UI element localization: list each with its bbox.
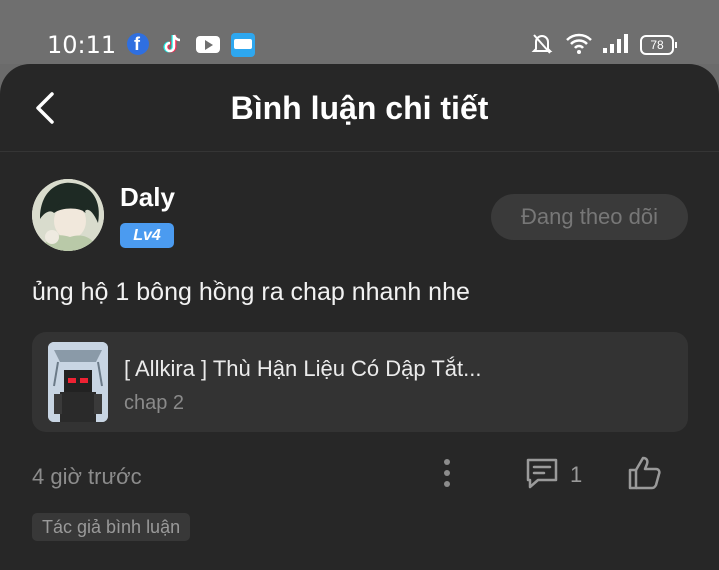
battery-icon: 78 <box>640 35 677 55</box>
work-cover <box>48 342 108 422</box>
webtoon-icon <box>231 33 255 57</box>
like-button[interactable] <box>626 455 662 491</box>
status-bar: 10:11 78 <box>0 0 719 64</box>
status-time: 10:11 <box>47 31 117 59</box>
avatar[interactable] <box>32 179 104 251</box>
reply-count: 1 <box>570 462 583 487</box>
bell-off-icon <box>531 34 553 54</box>
reply-button[interactable]: 1 <box>524 456 594 490</box>
youtube-icon <box>196 36 220 53</box>
facebook-icon <box>127 33 149 55</box>
avatar-image <box>32 179 104 251</box>
page-title: Bình luận chi tiết <box>230 90 489 126</box>
work-card[interactable]: [ Allkira ] Thù Hận Liệu Có Dập Tắt... c… <box>32 332 688 432</box>
tiktok-icon <box>163 34 181 53</box>
level-badge: Lv4 <box>120 223 174 248</box>
work-chapter: chap 2 <box>124 392 185 414</box>
signal-icon <box>603 34 628 53</box>
comment-detail-sheet: Bình luận chi tiết Daly Lv4 Đang theo dõ… <box>0 64 719 570</box>
wifi-icon <box>566 33 592 54</box>
more-options-button[interactable] <box>437 456 457 490</box>
follow-button[interactable]: Đang theo dõi <box>491 194 688 240</box>
comment-text: ủng hộ 1 bông hồng ra chap nhanh nhe <box>32 278 470 306</box>
comment-icon <box>526 458 558 489</box>
author-tag: Tác giả bình luận <box>32 513 191 541</box>
header-divider <box>0 151 719 152</box>
work-title: [ Allkira ] Thù Hận Liệu Có Dập Tắt... <box>124 356 482 381</box>
comment-time: 4 giờ trước <box>32 464 142 489</box>
username[interactable]: Daly <box>120 182 175 213</box>
